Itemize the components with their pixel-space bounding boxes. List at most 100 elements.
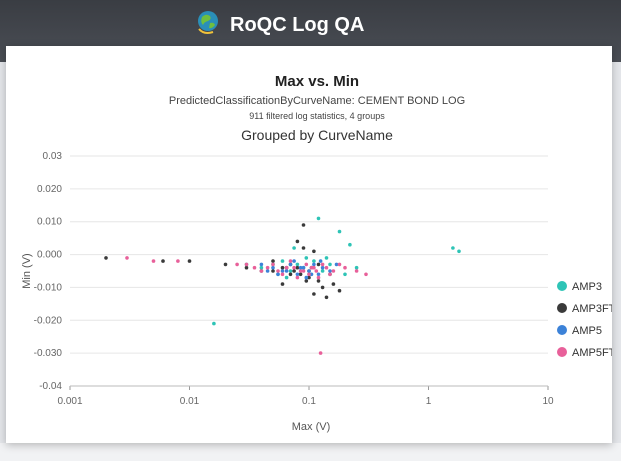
data-point-amp3ft xyxy=(244,265,249,270)
data-point-amp5ft xyxy=(312,265,316,270)
page-footer-area xyxy=(0,443,621,461)
data-point-amp5ft xyxy=(244,262,249,267)
data-point-amp5 xyxy=(304,275,309,280)
data-point-amp5ft xyxy=(265,265,270,270)
data-point-amp5ft xyxy=(354,269,359,273)
x-tick-label: 10 xyxy=(542,396,554,407)
y-tick-label: -0.020 xyxy=(34,315,63,326)
legend: AMP3 AMP3FT AMP5 AMP5FT xyxy=(557,281,612,359)
data-point-amp3 xyxy=(337,229,342,234)
data-point-amp3ft xyxy=(312,292,316,296)
data-point-amp3 xyxy=(343,272,347,277)
data-point-amp3ft xyxy=(280,282,285,286)
data-point-amp5ft xyxy=(288,259,293,263)
data-point-amp5ft xyxy=(259,269,264,273)
data-point-amp5 xyxy=(307,269,311,273)
legend-label: AMP5FT xyxy=(572,347,612,359)
data-point-amp5ft xyxy=(301,269,306,273)
data-point-amp5ft xyxy=(280,272,285,277)
data-point-amp5 xyxy=(265,269,270,273)
data-point-amp5 xyxy=(280,269,285,273)
y-axis-label: Min (V) xyxy=(21,253,33,288)
data-point-amp3ft xyxy=(301,223,306,227)
legend-marker-amp5ft xyxy=(557,347,567,357)
chart-note: 911 filtered log statistics, 4 groups xyxy=(249,111,385,121)
data-point-amp3 xyxy=(457,249,461,254)
data-point-amp5ft xyxy=(324,265,329,270)
data-point-amp3ft xyxy=(324,295,329,300)
data-point-amp5 xyxy=(318,259,323,263)
data-point-amp3ft xyxy=(304,279,309,283)
data-point-amp3 xyxy=(451,246,455,250)
y-tick-label: 0.010 xyxy=(37,217,62,228)
data-point-amp5ft xyxy=(328,272,332,277)
data-point-amp3ft xyxy=(320,285,325,290)
data-point-amp5 xyxy=(320,265,325,270)
x-axis-label: Max (V) xyxy=(292,421,331,433)
data-point-amp5 xyxy=(328,269,332,273)
y-tick-labels: 0.03 0.020 0.010 0.000 -0.010 -0.020 -0.030 -0.… xyxy=(34,151,63,392)
data-point-amp5ft xyxy=(151,259,156,263)
data-point-amp3ft xyxy=(301,246,306,250)
data-point-amp5 xyxy=(292,259,296,263)
y-tick-label: -0.010 xyxy=(34,282,63,293)
data-point-amp3 xyxy=(292,246,296,250)
data-point-amp3ft xyxy=(316,262,321,267)
data-point-amp3ft xyxy=(295,239,300,244)
data-point-amp5ft xyxy=(176,259,180,263)
data-point-amp3 xyxy=(348,242,352,247)
data-point-amp5ft xyxy=(284,265,289,270)
x-tick-label: 0.01 xyxy=(180,396,200,407)
data-point-amp5ft xyxy=(271,262,275,267)
data-point-amp3ft xyxy=(280,265,285,270)
data-point-amp5ft xyxy=(364,272,368,277)
legend-label: AMP3FT xyxy=(572,303,612,315)
data-point-amp3ft xyxy=(337,288,342,293)
x-tick-labels: 0.001 0.01 0.1 1 10 xyxy=(57,396,554,407)
data-point-amp3ft xyxy=(187,259,192,263)
y-tick-label: 0.03 xyxy=(43,151,63,162)
data-point-amp5 xyxy=(259,262,264,267)
data-point-amp5ft xyxy=(343,265,347,270)
x-tick-label: 0.001 xyxy=(57,396,82,407)
x-tick-label: 0.1 xyxy=(302,396,316,407)
data-point-amp5ft xyxy=(316,275,321,280)
chart-subtitle: PredictedClassificationByCurveName: CEME… xyxy=(169,95,465,107)
scatter-chart: Max vs. Min PredictedClassificationByCur… xyxy=(21,73,612,433)
data-point-amp5ft xyxy=(252,265,257,270)
legend-marker-amp5 xyxy=(557,325,567,335)
data-point-amp3ft xyxy=(295,265,300,270)
data-point-amp5ft xyxy=(295,275,300,280)
data-point-amp5ft xyxy=(276,269,280,273)
data-point-amp3ft xyxy=(298,272,303,277)
data-point-amp5ft xyxy=(304,262,309,267)
data-point-amp5 xyxy=(284,269,289,273)
data-point-amp3ft xyxy=(331,282,336,286)
data-point-amp3 xyxy=(324,256,329,260)
data-point-amp3 xyxy=(259,265,264,270)
legend-label: AMP5 xyxy=(572,325,602,337)
data-point-amp3 xyxy=(354,265,359,270)
data-point-amp3ft xyxy=(292,269,296,273)
data-point-amp3ft xyxy=(312,249,316,254)
globe-logo-icon xyxy=(198,11,218,34)
data-point-amp3ft xyxy=(316,279,321,283)
data-point-amp3ft xyxy=(223,262,228,267)
data-point-amp5ft xyxy=(331,269,336,273)
data-points xyxy=(104,216,461,355)
data-point-amp3 xyxy=(280,259,285,263)
data-point-amp5ft xyxy=(235,262,239,267)
chart-card: Max vs. Min PredictedClassificationByCur… xyxy=(6,46,612,443)
data-point-amp3 xyxy=(328,262,332,267)
data-point-amp5 xyxy=(271,265,275,270)
data-point-amp5ft xyxy=(314,269,319,273)
legend-label: AMP3 xyxy=(572,281,602,293)
data-point-amp5ft xyxy=(292,265,296,270)
data-point-amp3 xyxy=(320,269,325,273)
x-tick-label: 1 xyxy=(426,396,432,407)
y-tick-label: 0.000 xyxy=(37,250,62,261)
data-point-amp5ft xyxy=(337,262,342,267)
data-point-amp5 xyxy=(316,272,321,277)
data-point-amp5ft xyxy=(125,256,129,260)
legend-marker-amp3 xyxy=(557,281,567,291)
